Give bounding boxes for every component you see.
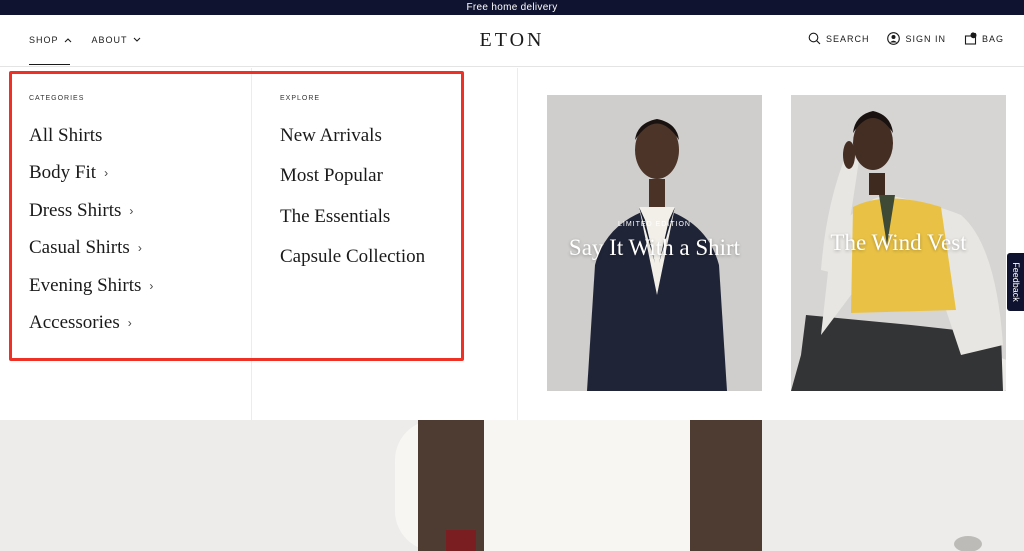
announcement-text: Free home delivery [466, 2, 558, 13]
column-divider [517, 68, 518, 420]
category-label: Evening Shirts [29, 274, 142, 296]
categories-list: All Shirts Body Fit › Dress Shirts › Casua… [29, 117, 153, 342]
chevron-right-icon: › [129, 203, 134, 218]
site-header: SHOP ABOUT ETON SEARCH SIGN IN BAG 0 [0, 15, 1024, 67]
explore-heading: EXPLORE [280, 95, 321, 102]
explore-label: New Arrivals [280, 125, 382, 147]
chevron-right-icon: › [104, 166, 109, 181]
chevron-right-icon: › [137, 241, 142, 256]
category-casual-shirts[interactable]: Casual Shirts › [29, 230, 153, 268]
hero-image [0, 420, 1024, 551]
hero-image-seated-man [0, 420, 1024, 551]
bag-count-badge: 0 [972, 29, 977, 35]
feedback-label: Feedback [1010, 262, 1021, 302]
column-divider [251, 68, 252, 420]
chevron-right-icon: › [127, 316, 132, 331]
search-icon [808, 32, 821, 45]
explore-the-essentials[interactable]: The Essentials [280, 197, 425, 237]
category-dress-shirts[interactable]: Dress Shirts › [29, 192, 153, 230]
sign-in-button[interactable]: SIGN IN [887, 32, 946, 45]
explore-label: Capsule Collection [280, 246, 426, 268]
promo-card-say-it-with-a-shirt[interactable]: LIMITED EDITION Say It With a Shirt [547, 95, 762, 391]
explore-most-popular[interactable]: Most Popular [280, 156, 425, 196]
promo-title: Say It With a Shirt [568, 235, 741, 260]
category-label: Body Fit [29, 162, 97, 184]
feedback-tab[interactable]: Feedback [1007, 253, 1024, 311]
announcement-bar: Free home delivery [0, 0, 1024, 15]
category-body-fit[interactable]: Body Fit › [29, 155, 153, 193]
category-label: Casual Shirts [29, 237, 130, 259]
explore-capsule-collection[interactable]: Capsule Collection [280, 237, 425, 277]
sign-in-label: SIGN IN [905, 33, 946, 44]
chevron-right-icon: › [149, 278, 154, 293]
search-label: SEARCH [825, 33, 870, 44]
category-accessories[interactable]: Accessories › [29, 305, 153, 343]
category-all-shirts[interactable]: All Shirts [29, 117, 153, 155]
category-evening-shirts[interactable]: Evening Shirts › [29, 267, 153, 305]
active-nav-underline [29, 64, 70, 65]
user-icon [887, 32, 901, 45]
category-label: All Shirts [29, 124, 103, 146]
shop-mega-menu: CATEGORIES All Shirts Body Fit › Dress Sh… [0, 68, 1024, 420]
promo-subtitle: LIMITED EDITION [618, 221, 691, 228]
promo-card-the-wind-vest[interactable]: The Wind Vest [791, 95, 1006, 391]
explore-list: New Arrivals Most Popular The Essentials… [280, 116, 425, 277]
bag-label: BAG [981, 33, 1004, 44]
search-button[interactable]: SEARCH [808, 32, 870, 45]
explore-new-arrivals[interactable]: New Arrivals [280, 116, 425, 156]
explore-label: The Essentials [280, 205, 391, 227]
promo-title: The Wind Vest [830, 230, 967, 255]
explore-label: Most Popular [280, 165, 383, 187]
category-label: Accessories [29, 312, 120, 334]
categories-heading: CATEGORIES [29, 95, 85, 102]
category-label: Dress Shirts [29, 199, 122, 221]
